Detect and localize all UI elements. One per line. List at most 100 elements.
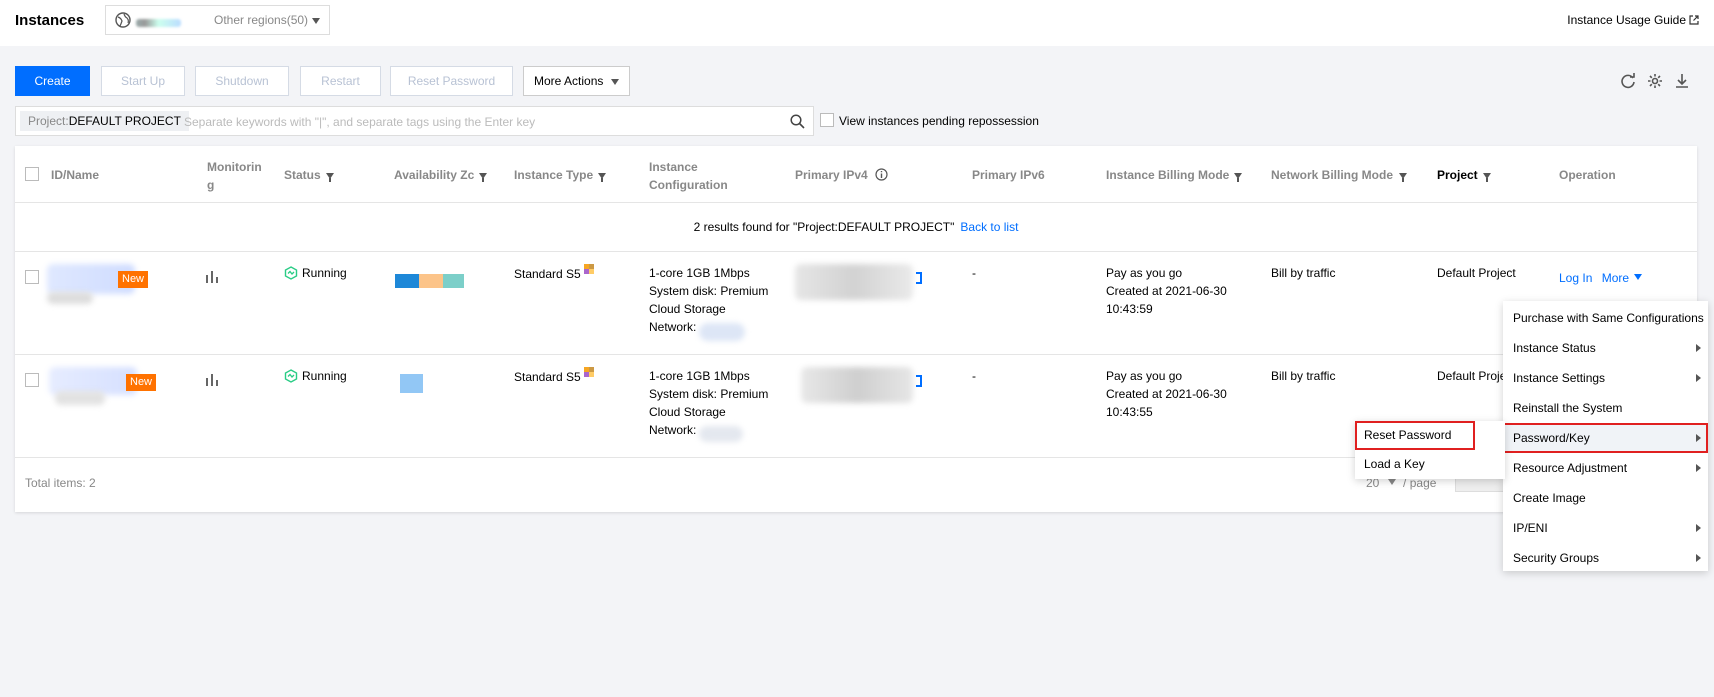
chevron-right-icon xyxy=(1696,344,1701,352)
menu-item-purchase-same-config[interactable]: Purchase with Same Configurations xyxy=(1503,303,1708,333)
restart-button[interactable]: Restart xyxy=(300,66,381,96)
reset-password-button[interactable]: Reset Password xyxy=(390,66,513,96)
col-status[interactable]: Status xyxy=(284,168,334,182)
search-results-summary: 2 results found for "Project:DEFAULT PRO… xyxy=(15,203,1697,252)
col-billing-mode[interactable]: Instance Billing Mode xyxy=(1106,168,1243,182)
ipv4-redacted xyxy=(801,367,913,403)
network-redacted xyxy=(699,426,743,442)
menu-item-create-image[interactable]: Create Image xyxy=(1503,483,1708,513)
col-instance-configuration: Instance Configuration xyxy=(649,160,728,192)
col-instance-type[interactable]: Instance Type xyxy=(514,168,607,182)
filter-tag-value: DEFAULT PROJECT xyxy=(68,114,181,128)
select-all-checkbox[interactable] xyxy=(25,167,39,181)
billing-line: Created at 2021-06-30 xyxy=(1106,284,1227,298)
top-bar: Instances Other regions(50) Instance Usa… xyxy=(0,0,1714,46)
more-actions-button[interactable]: More Actions xyxy=(523,66,630,96)
zone-redacted-block xyxy=(395,274,419,288)
menu-item-label: Password/Key xyxy=(1513,431,1590,445)
col-billing-label: Instance Billing Mode xyxy=(1106,168,1230,182)
more-actions-label: More Actions xyxy=(534,74,604,88)
project-filter-tag[interactable]: Project:DEFAULT PROJECT xyxy=(20,111,189,131)
info-icon[interactable] xyxy=(875,168,888,181)
instance-type-cell: Standard S5 xyxy=(514,264,595,283)
menu-item-resource-adjustment[interactable]: Resource Adjustment xyxy=(1503,453,1708,483)
more-dropdown-link[interactable]: More xyxy=(1601,271,1643,285)
search-icon[interactable] xyxy=(790,114,805,129)
project-cell: Default Project xyxy=(1437,266,1516,280)
col-availability-zone[interactable]: Availability Zc xyxy=(394,168,504,182)
total-items: Total items: 2 xyxy=(25,476,96,490)
search-placeholder: Separate keywords with "|", and separate… xyxy=(184,115,536,129)
col-project[interactable]: Project xyxy=(1437,168,1491,182)
operation-cell: Log In More xyxy=(1559,269,1643,287)
new-badge: New xyxy=(126,374,157,391)
col-project-label: Project xyxy=(1437,168,1478,182)
filter-icon[interactable] xyxy=(1482,172,1491,182)
menu-item-label: Instance Status xyxy=(1513,341,1596,355)
instance-type-cell: Standard S5 xyxy=(514,367,595,386)
chevron-right-icon xyxy=(1696,434,1701,442)
zone-redacted-block xyxy=(419,274,443,288)
col-network-billing-label: Network Billing Mode xyxy=(1271,168,1394,182)
copy-icon[interactable] xyxy=(916,272,922,284)
col-network-billing[interactable]: Network Billing Mode xyxy=(1271,168,1411,182)
network-billing-cell: Bill by traffic xyxy=(1271,369,1336,383)
submenu-load-a-key[interactable]: Load a Key xyxy=(1355,450,1505,479)
chevron-down-icon xyxy=(611,79,619,85)
refresh-icon[interactable] xyxy=(1620,73,1636,89)
col-primary-ipv6: Primary IPv6 xyxy=(972,168,1045,182)
menu-item-label: Reinstall the System xyxy=(1513,401,1623,415)
search-bar[interactable]: Project:DEFAULT PROJECT Separate keyword… xyxy=(15,106,814,136)
config-line: Cloud Storage xyxy=(649,405,726,419)
log-in-link[interactable]: Log In xyxy=(1559,271,1592,285)
menu-item-label: Purchase with Same Configurations xyxy=(1513,311,1704,325)
menu-item-ip-eni[interactable]: IP/ENI xyxy=(1503,513,1708,543)
menu-item-password-key[interactable]: Password/Key xyxy=(1503,423,1708,453)
chevron-right-icon xyxy=(1696,524,1701,532)
gear-icon[interactable] xyxy=(1647,73,1663,89)
submenu-reset-password[interactable]: Reset Password xyxy=(1355,421,1475,450)
external-link-icon xyxy=(1689,15,1699,25)
billing-line: Pay as you go xyxy=(1106,266,1183,280)
create-button[interactable]: Create xyxy=(15,66,90,96)
billing-cell: Pay as you go Created at 2021-06-30 10:4… xyxy=(1106,367,1227,421)
shutdown-button[interactable]: Shutdown xyxy=(195,66,289,96)
project-cell: Default Proje xyxy=(1437,369,1507,383)
filter-icon[interactable] xyxy=(325,172,334,182)
copy-icon[interactable] xyxy=(916,375,922,387)
status-text: Running xyxy=(302,266,347,280)
network-redacted xyxy=(699,323,745,341)
billing-line: 10:43:59 xyxy=(1106,302,1153,316)
ipv4-redacted xyxy=(795,264,913,300)
filter-icon[interactable] xyxy=(1234,172,1243,182)
filter-icon[interactable] xyxy=(598,172,607,182)
pending-label: View instances pending repossession xyxy=(839,114,1039,128)
page-title: Instances xyxy=(15,12,85,29)
filter-icon[interactable] xyxy=(1399,172,1407,182)
row-checkbox[interactable] xyxy=(25,270,39,284)
network-billing-cell: Bill by traffic xyxy=(1271,266,1336,280)
menu-item-label: Create Image xyxy=(1513,491,1586,505)
password-key-submenu: Reset Password Load a Key xyxy=(1355,421,1505,479)
bar-chart-icon[interactable] xyxy=(206,271,218,283)
back-to-list-link[interactable]: Back to list xyxy=(960,220,1018,234)
download-icon[interactable] xyxy=(1674,73,1690,89)
instance-usage-guide-link[interactable]: Instance Usage Guide xyxy=(1567,13,1699,27)
bar-chart-icon[interactable] xyxy=(206,374,218,386)
row-checkbox[interactable] xyxy=(25,373,39,387)
menu-item-label: Security Groups xyxy=(1513,551,1600,565)
menu-item-reinstall-system[interactable]: Reinstall the System xyxy=(1503,393,1708,423)
pending-checkbox[interactable] xyxy=(820,113,834,127)
col-operation: Operation xyxy=(1559,168,1616,182)
menu-item-label: Instance Settings xyxy=(1513,371,1606,385)
billing-cell: Pay as you go Created at 2021-06-30 10:4… xyxy=(1106,264,1227,318)
menu-item-security-groups[interactable]: Security Groups xyxy=(1503,543,1708,573)
filter-tag-key: Project: xyxy=(28,114,69,128)
region-select[interactable]: Other regions(50) xyxy=(105,5,330,35)
menu-item-instance-settings[interactable]: Instance Settings xyxy=(1503,363,1708,393)
menu-item-instance-status[interactable]: Instance Status xyxy=(1503,333,1708,363)
table-row[interactable]: New Running Standard S5 1-core 1GB 1Mbps… xyxy=(15,252,1697,355)
start-up-button[interactable]: Start Up xyxy=(101,66,185,96)
filter-icon[interactable] xyxy=(479,172,488,182)
more-link-label: More xyxy=(1601,271,1630,285)
